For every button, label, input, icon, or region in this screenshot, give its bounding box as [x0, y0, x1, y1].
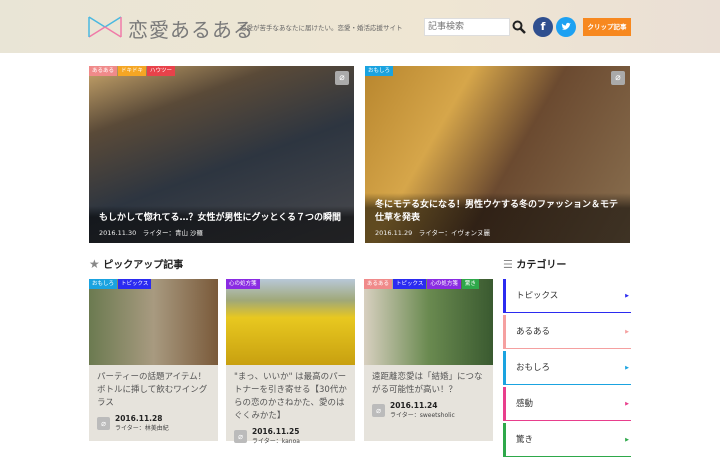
search-icon[interactable] [512, 20, 526, 34]
category-label: あるある [516, 327, 551, 337]
site-header: 恋愛あるある 恋愛が苦手なあなたに届けたい。恋愛・婚活応援サイト f クリップ記… [0, 0, 720, 53]
star-icon: ★ [89, 257, 100, 271]
facebook-button[interactable]: f [533, 17, 553, 37]
arrow-right-icon: ▶ [625, 437, 629, 443]
category-label: 驚き [516, 435, 534, 445]
arrow-right-icon: ▶ [625, 365, 629, 371]
clip-icon[interactable]: ⌀ [611, 71, 625, 85]
tag[interactable]: ハウツー [147, 66, 176, 76]
arrow-right-icon: ▶ [625, 293, 629, 299]
clip-icon[interactable]: ⌀ [97, 416, 110, 430]
tag[interactable]: ドキドキ [118, 66, 147, 76]
tag[interactable]: おもしろ [365, 66, 394, 76]
article-writer: ライター：イヴォンヌ麗 [418, 229, 490, 237]
article-title[interactable]: もしかして惚れてる…？女性が男性にグッとくる７つの瞬間 [99, 212, 344, 225]
article-writer: ライター：kanoa [252, 438, 300, 445]
pickup-heading-text: ピックアップ記事 [103, 260, 184, 271]
article-date: 2016.11.25 [252, 427, 300, 436]
category-heading: ☰ カテゴリー [503, 256, 566, 271]
twitter-button[interactable] [556, 17, 576, 37]
category-item-topics[interactable]: トピックス ▶ [503, 279, 631, 313]
featured-article[interactable]: おもしろ ⌀ 冬にモテる女になる！男性ウケする冬のファッション＆モテ仕草を発表 … [365, 66, 630, 243]
clip-icon[interactable]: ⌀ [234, 429, 247, 443]
category-label: 感動 [516, 399, 534, 409]
tag[interactable]: トピックス [393, 279, 427, 289]
search-input[interactable] [424, 18, 510, 36]
pickup-card[interactable]: 心の処方箋 "まっ、いいか" は最高のパートナーを引き寄せる【30代からの恋のか… [226, 279, 355, 445]
arrow-right-icon: ▶ [625, 401, 629, 407]
site-title[interactable]: 恋愛あるある [128, 14, 254, 43]
tag[interactable]: あるある [364, 279, 393, 289]
featured-article[interactable]: あるある ドキドキ ハウツー ⌀ もしかして惚れてる…？女性が男性にグッとくる７… [89, 66, 354, 243]
article-date: 2016.11.24 [390, 401, 438, 410]
article-date: 2016.11.28 [115, 414, 163, 423]
article-image[interactable]: おもしろ トピックス [89, 279, 218, 365]
article-date: 2016.11.29 [375, 229, 413, 237]
list-icon: ☰ [503, 258, 513, 271]
pickup-heading: ★ ピックアップ記事 [89, 256, 183, 271]
article-writer: ライター：青山 沙羅 [142, 229, 204, 237]
tag[interactable]: あるある [89, 66, 118, 76]
article-writer: ライター：林美由紀 [115, 425, 169, 432]
tag[interactable]: 心の処方箋 [226, 279, 260, 289]
tag[interactable]: トピックス [118, 279, 152, 289]
article-title[interactable]: パーティーの話題アイテム！ボトルに挿して飲むワイングラス [89, 365, 218, 410]
twitter-icon [561, 22, 571, 30]
tag[interactable]: 驚き [461, 279, 479, 289]
tagline: 恋愛が苦手なあなたに届けたい。恋愛・婚活応援サイト [240, 24, 403, 32]
tag[interactable]: 心の処方箋 [427, 279, 461, 289]
category-item-odoroki[interactable]: 驚き ▶ [503, 423, 631, 457]
arrow-right-icon: ▶ [625, 329, 629, 335]
article-image[interactable]: あるある トピックス 心の処方箋 驚き [364, 279, 493, 365]
pickup-card[interactable]: おもしろ トピックス パーティーの話題アイテム！ボトルに挿して飲むワイングラス ⌀… [89, 279, 218, 441]
logo-icon[interactable] [88, 16, 122, 38]
article-writer: ライター：sweetsholic [390, 412, 455, 419]
clip-articles-button[interactable]: クリップ記事 [583, 18, 631, 36]
article-title[interactable]: 冬にモテる女になる！男性ウケする冬のファッション＆モテ仕草を発表 [375, 199, 620, 225]
article-title[interactable]: 遠距離恋愛は「結婚」につながる可能性が高い！？ [364, 365, 493, 397]
pickup-card[interactable]: あるある トピックス 心の処方箋 驚き 遠距離恋愛は「結婚」につながる可能性が高い！？… [364, 279, 493, 441]
article-date: 2016.11.30 [99, 229, 137, 237]
clip-icon[interactable]: ⌀ [372, 403, 385, 417]
article-title[interactable]: "まっ、いいか" は最高のパートナーを引き寄せる【30代からの恋のかさねかた、愛… [226, 365, 355, 423]
category-item-omoshiro[interactable]: おもしろ ▶ [503, 351, 631, 385]
category-item-aruaru[interactable]: あるある ▶ [503, 315, 631, 349]
tag[interactable]: おもしろ [89, 279, 118, 289]
category-item-kando[interactable]: 感動 ▶ [503, 387, 631, 421]
category-label: トピックス [516, 291, 559, 301]
category-heading-text: カテゴリー [516, 260, 567, 271]
category-label: おもしろ [516, 363, 551, 373]
clip-icon[interactable]: ⌀ [335, 71, 349, 85]
article-image[interactable]: 心の処方箋 [226, 279, 355, 365]
